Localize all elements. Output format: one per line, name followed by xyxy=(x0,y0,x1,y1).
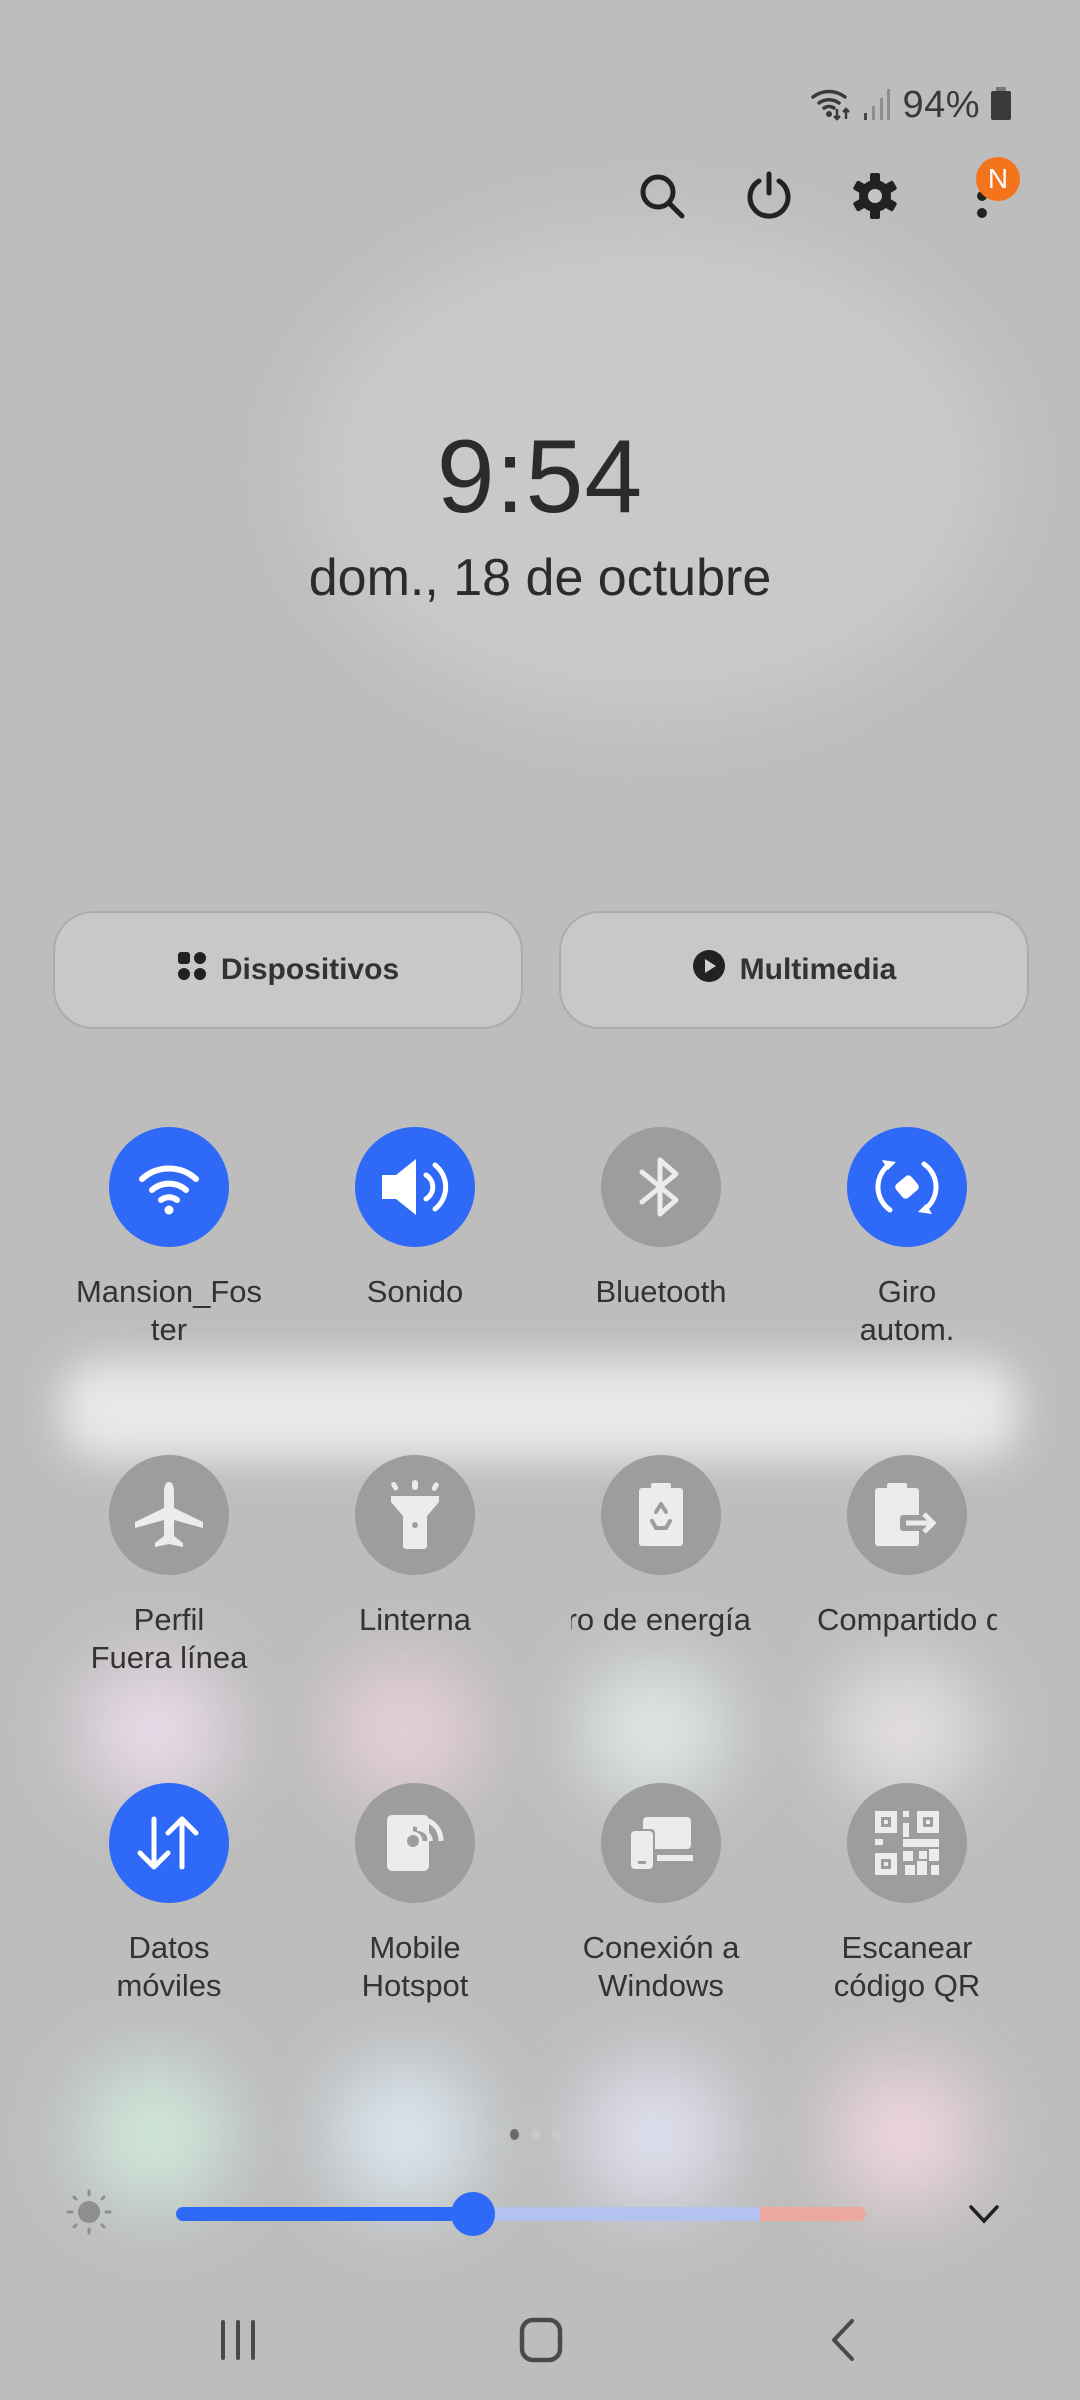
flashlight-toggle[interactable] xyxy=(355,1455,475,1575)
brightness-slider-fill xyxy=(176,2207,473,2221)
wallpaper-blur xyxy=(580,2060,730,2210)
battery-percent: 94% xyxy=(902,83,980,126)
brightness-slider[interactable] xyxy=(176,2192,866,2236)
qr-scanner-toggle[interactable] xyxy=(847,1783,967,1903)
volume-icon xyxy=(382,1159,449,1215)
tile-link-to-windows[interactable]: Conexión a Windows xyxy=(541,1783,781,2005)
chevron-down-icon xyxy=(969,2205,999,2224)
tile-label: Giro autom. xyxy=(859,1274,955,1347)
tile-sound[interactable]: Sonido xyxy=(295,1127,535,1311)
tile-power-share[interactable]: Compartido de energía xyxy=(787,1455,1027,1639)
devices-button[interactable]: Dispositivos xyxy=(53,911,523,1029)
tile-power-saving[interactable]: Ahorro de energía xyxy=(541,1455,781,1639)
wallpaper-blur xyxy=(80,2060,230,2210)
wifi-data-activity-icon xyxy=(810,85,852,126)
link-to-windows-toggle[interactable] xyxy=(601,1783,721,1903)
tile-flashlight[interactable]: Linterna xyxy=(295,1455,535,1639)
sound-toggle[interactable] xyxy=(355,1127,475,1247)
wallpaper-blur xyxy=(330,1660,480,1800)
recents-button[interactable] xyxy=(188,2300,288,2380)
tile-label: Mobile Hotspot xyxy=(361,1930,469,2003)
mobile-data-toggle[interactable] xyxy=(109,1783,229,1903)
battery-icon xyxy=(990,85,1012,126)
tile-label: Escanear código QR xyxy=(833,1930,981,2003)
gear-icon xyxy=(850,171,900,226)
back-icon xyxy=(832,2319,854,2361)
flashlight-icon xyxy=(391,1480,439,1549)
wifi-toggle[interactable] xyxy=(109,1127,229,1247)
airplane-icon xyxy=(135,1482,203,1547)
wallpaper-blur xyxy=(60,1360,1020,1460)
mobile-data-icon xyxy=(137,1816,199,1870)
wallpaper-blur xyxy=(830,1660,980,1800)
tile-qr-scanner[interactable]: Escanear código QR xyxy=(787,1783,1027,2005)
tile-label: Compartido de energía xyxy=(817,1602,997,1637)
page-indicator xyxy=(510,2129,561,2140)
power-share-toggle[interactable] xyxy=(847,1455,967,1575)
search-icon xyxy=(637,171,687,226)
status-bar: 94% xyxy=(810,80,1012,130)
wallpaper-blur xyxy=(830,2060,980,2210)
devices-label: Dispositivos xyxy=(220,953,400,986)
power-icon xyxy=(744,171,794,226)
recents-icon xyxy=(221,2320,255,2360)
search-button[interactable] xyxy=(632,168,692,228)
home-button[interactable] xyxy=(491,2300,591,2380)
wallpaper-blur xyxy=(80,1660,230,1800)
wireless-power-share-icon xyxy=(875,1483,937,1546)
tile-label: Conexión a Windows xyxy=(582,1930,740,2003)
power-button[interactable] xyxy=(739,168,799,228)
link-to-windows-icon xyxy=(629,1817,693,1871)
devices-icon xyxy=(177,951,207,989)
expand-panel-button[interactable] xyxy=(962,2196,1006,2232)
media-label: Multimedia xyxy=(739,953,897,986)
settings-button[interactable] xyxy=(845,168,905,228)
clock-date[interactable]: dom., 18 de octubre xyxy=(0,548,1080,608)
tile-hotspot[interactable]: Mobile Hotspot xyxy=(295,1783,535,2005)
qr-code-icon xyxy=(875,1811,939,1875)
notification-badge: N xyxy=(976,157,1020,201)
tile-label: Datos móviles xyxy=(116,1930,222,2003)
tile-label: Bluetooth xyxy=(595,1274,727,1309)
tile-mobile-data[interactable]: Datos móviles xyxy=(49,1783,289,2005)
back-button[interactable] xyxy=(793,2300,893,2380)
brightness-extra-range xyxy=(760,2207,866,2221)
power-saving-icon xyxy=(639,1483,683,1546)
play-circle-icon xyxy=(692,949,726,991)
bluetooth-toggle[interactable] xyxy=(601,1127,721,1247)
tile-bluetooth[interactable]: Bluetooth xyxy=(541,1127,781,1311)
tile-label: Mansion_Fos ter xyxy=(75,1274,263,1347)
home-icon xyxy=(519,2317,563,2363)
tile-label: Linterna xyxy=(358,1602,472,1637)
wallpaper-blur xyxy=(580,1660,730,1800)
clock-time[interactable]: 9:54 xyxy=(0,418,1080,537)
auto-rotate-toggle[interactable] xyxy=(847,1127,967,1247)
tile-label: Sonido xyxy=(366,1274,464,1309)
tile-label: Ahorro de energía xyxy=(571,1602,751,1637)
page-dot[interactable] xyxy=(552,2129,561,2140)
airplane-toggle[interactable] xyxy=(109,1455,229,1575)
cell-signal-icon xyxy=(862,85,892,126)
auto-rotate-icon xyxy=(875,1160,939,1214)
page-dot[interactable] xyxy=(531,2129,540,2140)
hotspot-icon xyxy=(387,1815,444,1871)
brightness-icon xyxy=(66,2189,112,2240)
bluetooth-icon xyxy=(639,1157,679,1217)
tile-airplane[interactable]: Perfil Fuera línea xyxy=(49,1455,289,1677)
wifi-icon xyxy=(139,1165,199,1215)
tile-auto-rotate[interactable]: Giro autom. xyxy=(787,1127,1027,1349)
tile-label: Perfil Fuera línea xyxy=(90,1602,248,1675)
power-saving-toggle[interactable] xyxy=(601,1455,721,1575)
tile-wifi[interactable]: Mansion_Fos ter xyxy=(49,1127,289,1349)
wallpaper-blur xyxy=(330,2060,480,2210)
brightness-slider-thumb[interactable] xyxy=(450,2192,495,2236)
hotspot-toggle[interactable] xyxy=(355,1783,475,1903)
media-button[interactable]: Multimedia xyxy=(559,911,1029,1029)
page-dot[interactable] xyxy=(510,2129,519,2140)
